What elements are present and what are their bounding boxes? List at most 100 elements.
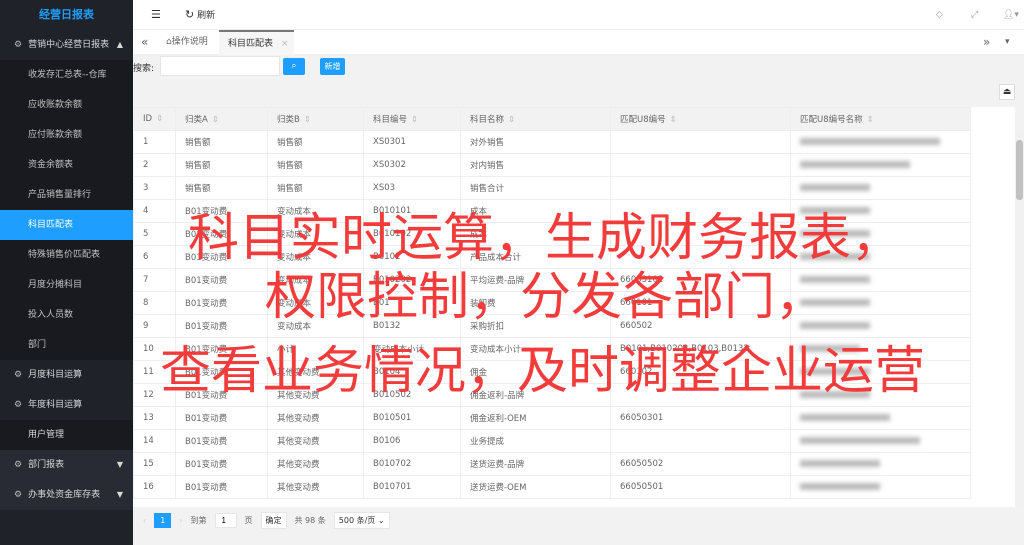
- sidebar-item[interactable]: 资金余额表: [0, 150, 133, 180]
- add-button[interactable]: 新增: [320, 58, 345, 75]
- table-cell: 产品成本合计: [460, 245, 611, 269]
- table-cell-redacted: [790, 360, 971, 384]
- tag-icon[interactable]: ◇: [936, 0, 943, 30]
- sidebar-item[interactable]: 应付账款余额: [0, 120, 133, 150]
- sidebar-item[interactable]: 特殊销售价匹配表: [0, 240, 133, 270]
- table-row[interactable]: 13 B01变动费 其他变动费 B010501 佣金返利-OEM 66050301: [133, 406, 971, 430]
- search-button[interactable]: ⌕: [283, 58, 305, 75]
- page-input[interactable]: [214, 512, 237, 528]
- table-row[interactable]: 1 销售额 销售额 XS0301 对外销售: [133, 130, 971, 154]
- sidebar-item[interactable]: 应收账款余额: [0, 90, 133, 120]
- nav-dept[interactable]: ⚙ 部门报表 ▼: [0, 450, 133, 480]
- goto-label: 到第: [190, 515, 207, 525]
- search-input[interactable]: [160, 56, 280, 76]
- table-cell: B01变动费: [175, 452, 268, 476]
- export-icon[interactable]: ⏏: [999, 84, 1015, 100]
- sort-icon[interactable]: ⇕: [867, 115, 874, 125]
- column-header[interactable]: 科目编号 ⇕: [363, 107, 461, 131]
- table-cell: 对外销售: [460, 130, 611, 154]
- table-row[interactable]: 10 B01变动费 小计 变动成本小计 变动成本小计 B0101,B010202,B010…: [133, 337, 971, 361]
- scrollbar-thumb[interactable]: [1016, 140, 1023, 200]
- sort-icon[interactable]: ⇕: [508, 115, 515, 125]
- table-row[interactable]: 8 B01变动费 变动成本 B01 装卸费 660101: [133, 291, 971, 315]
- nav-office[interactable]: ⚙ 办事处资金库存表 ▼: [0, 480, 133, 510]
- close-icon[interactable]: ×: [281, 39, 289, 49]
- column-header[interactable]: 匹配U8编号名称 ⇕: [790, 107, 971, 131]
- nav-monthly[interactable]: ⚙ 月度科目运算: [0, 360, 133, 390]
- column-header[interactable]: 归类B ⇕: [267, 107, 364, 131]
- user-icon[interactable]: 👤︎▾: [1003, 0, 1019, 30]
- tabs-next-icon[interactable]: »: [983, 30, 990, 55]
- table-cell: 送货运费-OEM: [460, 475, 611, 499]
- table-cell: B01变动费: [175, 475, 268, 499]
- sort-icon[interactable]: ⇕: [304, 115, 311, 125]
- sidebar-item[interactable]: 月度分摊科目: [0, 270, 133, 300]
- table-row[interactable]: 15 B01变动费 其他变动费 B010702 送货运费-品牌 66050502: [133, 452, 971, 476]
- prev-page-icon[interactable]: ‹: [143, 516, 146, 525]
- table-cell: 9: [133, 314, 176, 338]
- menu-toggle-icon[interactable]: ☰: [151, 0, 161, 30]
- table-cell-redacted: [790, 406, 971, 430]
- table-cell: B010702: [363, 452, 461, 476]
- page-current[interactable]: 1: [154, 512, 172, 528]
- table-row[interactable]: 11 B01变动费 其他变动费 B0104 佣金 660102: [133, 360, 971, 384]
- sidebar-item[interactable]: 投入人员数: [0, 300, 133, 330]
- table-cell: 销售额: [175, 130, 268, 154]
- table-cell: 变动成本: [267, 222, 364, 246]
- sidebar-item[interactable]: 部门: [0, 330, 133, 360]
- refresh-button[interactable]: ↻ 刷新: [185, 0, 215, 30]
- redacted-text: [800, 184, 870, 191]
- total-count: 共 98 条: [294, 515, 326, 525]
- tab-home[interactable]: ⌂操作说明: [166, 30, 208, 55]
- column-header[interactable]: ID ⇕: [133, 107, 176, 131]
- refresh-label: 刷新: [197, 11, 216, 21]
- confirm-button[interactable]: 确定: [260, 511, 287, 529]
- sort-icon[interactable]: ⇕: [156, 114, 163, 124]
- table-cell: B0132: [363, 314, 461, 338]
- table-cell: B010502: [363, 383, 461, 407]
- table-cell-redacted: [790, 176, 971, 200]
- table-row[interactable]: 12 B01变动费 其他变动费 B010502 佣金返利-品牌: [133, 383, 971, 407]
- tabs-prev-icon[interactable]: «: [141, 30, 148, 55]
- sort-icon[interactable]: ⇕: [670, 115, 677, 125]
- column-label: 科目名称: [470, 115, 505, 125]
- sort-icon[interactable]: ⇕: [411, 115, 418, 125]
- sidebar-item[interactable]: 产品销售量排行: [0, 180, 133, 210]
- sidebar-item[interactable]: 收发存汇总表--仓库: [0, 60, 133, 90]
- table-row[interactable]: 16 B01变动费 其他变动费 B010701 送货运费-OEM 66050501: [133, 475, 971, 499]
- table-cell-redacted: [790, 475, 971, 499]
- column-header[interactable]: 归类A ⇕: [175, 107, 268, 131]
- table-cell-redacted: [790, 268, 971, 292]
- nav-label: 用户管理: [28, 430, 65, 440]
- table-cell: 业务提成: [460, 429, 611, 453]
- tab-bar: « ⌂操作说明 科目匹配表 × » ▾: [133, 30, 1024, 55]
- table-row[interactable]: 14 B01变动费 其他变动费 B0106 业务提成: [133, 429, 971, 453]
- table-row[interactable]: 5 B01变动费 变动成本 B010102 成本: [133, 222, 971, 246]
- table-cell-redacted: [790, 153, 971, 177]
- table-cell: 销售额: [267, 130, 364, 154]
- next-page-icon[interactable]: ›: [179, 516, 182, 525]
- column-header[interactable]: 科目名称 ⇕: [460, 107, 611, 131]
- tabs-menu-icon[interactable]: ▾: [1005, 30, 1010, 55]
- table-cell: 变动成本: [267, 245, 364, 269]
- fullscreen-icon[interactable]: ⤢: [971, 0, 978, 30]
- nav-users[interactable]: 用户管理: [0, 420, 133, 450]
- table-row[interactable]: 6 B01变动费 变动成本 B0101 产品成本合计: [133, 245, 971, 269]
- table-row[interactable]: 4 B01变动费 变动成本 B010101 成本: [133, 199, 971, 223]
- nav-yearly[interactable]: ⚙ 年度科目运算: [0, 390, 133, 420]
- nav-label: 办事处资金库存表: [28, 490, 101, 500]
- page-size-select[interactable]: 500 条/页 ⌄: [333, 511, 390, 529]
- table-scrollbar[interactable]: [1015, 130, 1024, 507]
- column-header[interactable]: 匹配U8编号 ⇕: [610, 107, 791, 131]
- sidebar-item[interactable]: 科目匹配表: [0, 210, 133, 240]
- table-row[interactable]: 2 销售额 销售额 XS0302 对内销售: [133, 153, 971, 177]
- redacted-text: [800, 460, 880, 467]
- sort-icon[interactable]: ⇕: [212, 115, 219, 125]
- column-label: ID: [143, 114, 153, 124]
- redacted-text: [800, 345, 860, 352]
- table-row[interactable]: 7 B01变动费 变动成本 B010202 平均运费-品牌 66053102: [133, 268, 971, 292]
- tab-current[interactable]: 科目匹配表 ×: [219, 30, 294, 55]
- table-row[interactable]: 3 销售额 销售额 XS03 销售合计: [133, 176, 971, 200]
- table-row[interactable]: 9 B01变动费 变动成本 B0132 采购折扣 660502: [133, 314, 971, 338]
- nav-group-marketing[interactable]: ⚙ 营销中心经营日报表 ▲: [0, 30, 133, 60]
